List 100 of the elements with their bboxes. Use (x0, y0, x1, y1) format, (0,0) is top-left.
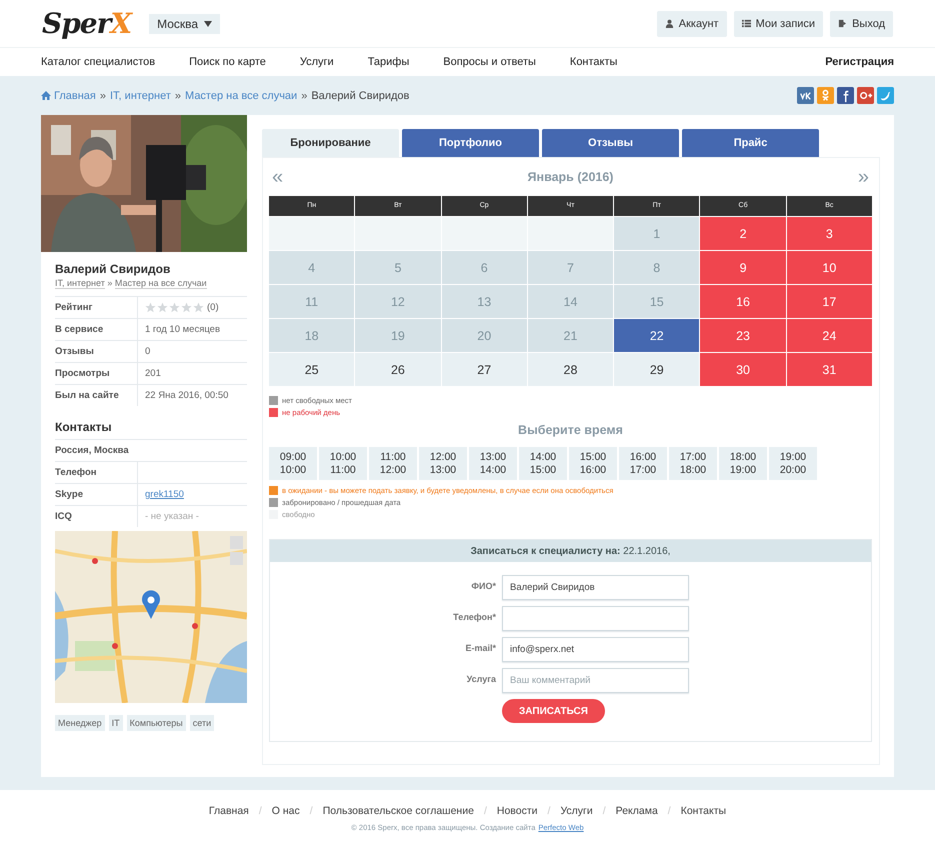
category-link[interactable]: IT, интернет (55, 278, 105, 289)
submit-button[interactable]: ЗАПИСАТЬСЯ (502, 699, 605, 723)
calendar-day: 5 (355, 251, 441, 284)
calendar-day: 31 (786, 353, 872, 386)
stat-value: 22 Яна 2016, 00:50 (144, 389, 230, 403)
calendar-day: 12 (355, 285, 441, 318)
nav-link[interactable]: Услуги (300, 56, 334, 68)
header-button[interactable]: Аккаунт (656, 10, 727, 36)
facebook-icon[interactable] (837, 87, 854, 104)
footer-link[interactable]: О нас (272, 805, 300, 817)
skype-link[interactable]: grek1150 (145, 489, 184, 500)
calendar-day[interactable]: 22 (614, 319, 700, 352)
time-slot[interactable]: 16:00 17:00 (619, 447, 667, 480)
calendar-day: 24 (786, 319, 872, 352)
time-slot[interactable]: 18:00 19:00 (719, 447, 767, 480)
tab[interactable]: Прайс (682, 129, 819, 157)
tab[interactable]: Портфолио (402, 129, 539, 157)
vk-icon[interactable] (797, 87, 814, 104)
logo[interactable]: SperX (42, 7, 132, 40)
stat-value: 1 год 10 месяцев (144, 323, 222, 337)
nav-link[interactable]: Тарифы (368, 56, 410, 68)
footer-separator: / (310, 805, 313, 817)
register-link[interactable]: Регистрация (825, 56, 894, 68)
nav-link[interactable]: Контакты (570, 56, 618, 68)
tab[interactable]: Бронирование (262, 129, 399, 157)
contact-label: Skype (55, 484, 138, 505)
time-slot[interactable]: 19:00 20:00 (769, 447, 817, 480)
calendar-day: 30 (700, 353, 786, 386)
section-title: Выберите время (517, 423, 624, 437)
nav-link[interactable]: Вопросы и ответы (443, 56, 536, 68)
calendar-day: 21 (528, 319, 614, 352)
star-icon (181, 302, 192, 313)
calendar-day: 4 (269, 251, 354, 284)
input-field[interactable] (502, 606, 689, 631)
tab[interactable]: Отзывы (542, 129, 679, 157)
tag[interactable]: Менеджер (55, 715, 105, 731)
calendar-day[interactable]: 26 (355, 353, 441, 386)
list-icon (742, 19, 751, 28)
contacts-title: Контакты (55, 420, 113, 434)
time-slot[interactable]: 14:00 15:00 (519, 447, 567, 480)
contact-label: Телефон (55, 462, 138, 483)
footer-link[interactable]: Реклама (616, 805, 658, 817)
footer-link[interactable]: Главная (208, 805, 249, 817)
calendar-day: 14 (528, 285, 614, 318)
calendar-day: 19 (355, 319, 441, 352)
header-button[interactable]: Мои записи (734, 10, 824, 36)
calendar-day: 1 (614, 217, 700, 250)
header-button[interactable]: Выход (830, 10, 893, 36)
tag[interactable]: сети (190, 715, 214, 731)
home-icon (41, 91, 51, 100)
category-link[interactable]: Мастер на все случаи (114, 278, 207, 289)
time-slot[interactable]: 12:00 13:00 (419, 447, 467, 480)
footer-link[interactable]: Новости (496, 805, 538, 817)
calendar-day: 8 (614, 251, 700, 284)
google-plus-icon[interactable] (857, 87, 874, 104)
field-label: Телефон* (452, 611, 496, 622)
time-slot[interactable]: 10:00 11:00 (319, 447, 367, 480)
twitter-icon[interactable] (877, 87, 894, 104)
footer-separator: / (548, 805, 550, 817)
footer-link[interactable]: Контакты (680, 805, 726, 817)
star-icon (193, 302, 204, 313)
calendar-day: 9 (700, 251, 786, 284)
tag[interactable]: Компьютеры (126, 715, 186, 731)
contact-label: ICQ (55, 506, 138, 527)
footer-link[interactable]: Пользовательское соглашение (322, 805, 474, 817)
breadcrumb-separator: » (100, 90, 106, 102)
time-slot[interactable]: 09:00 10:00 (269, 447, 317, 480)
stat-label: Отзывы (55, 341, 138, 362)
calendar-day: 18 (269, 319, 354, 352)
time-slot[interactable]: 11:00 12:00 (369, 447, 417, 480)
city-dropdown[interactable]: Москва (149, 14, 220, 34)
caret-icon (204, 20, 212, 26)
calendar-day[interactable]: 27 (442, 353, 527, 386)
calendar-day[interactable]: 28 (528, 353, 614, 386)
nav-link[interactable]: Каталог специалистов (41, 56, 156, 68)
time-slot[interactable]: 13:00 14:00 (469, 447, 517, 480)
exit-icon (838, 19, 848, 28)
calendar-day: 11 (269, 285, 354, 318)
field-label: Услуга (466, 673, 496, 684)
breadcrumb-separator: » (301, 90, 308, 102)
input-field[interactable]: Валерий Свиридов (502, 575, 689, 600)
stat-value: 201 (144, 367, 162, 381)
stat-label: Рейтинг (55, 297, 138, 318)
calendar-day[interactable]: 25 (269, 353, 354, 386)
category-separator: » (107, 278, 112, 288)
nav-link[interactable]: Поиск по карте (189, 56, 266, 68)
calendar-day: 17 (786, 285, 872, 318)
input-field[interactable]: Ваш комментарий (502, 668, 689, 693)
time-slot[interactable]: 15:00 16:00 (569, 447, 617, 480)
profile-name: Валерий Свиридов (55, 262, 172, 276)
calendar-day[interactable]: 29 (614, 353, 700, 386)
stat-label: Просмотры (55, 363, 138, 384)
tag[interactable]: IT (108, 715, 123, 731)
footer-separator: / (668, 805, 671, 817)
footer-link[interactable]: Услуги (560, 805, 593, 817)
input-field[interactable]: info@sperx.net (502, 637, 689, 662)
calendar-day: 15 (614, 285, 700, 318)
star-icon (157, 302, 168, 313)
time-slot[interactable]: 17:00 18:00 (669, 447, 717, 480)
contact-value: - не указан - (144, 510, 200, 524)
